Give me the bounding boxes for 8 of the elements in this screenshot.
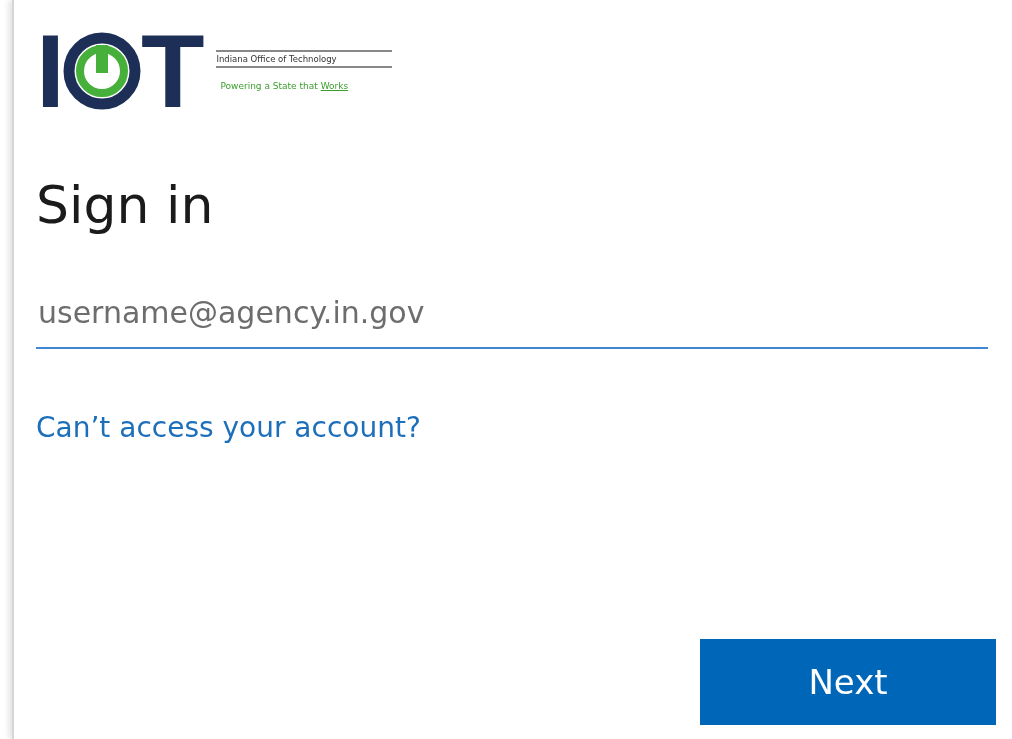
page-heading: Sign in xyxy=(36,174,215,237)
logo-letter: I xyxy=(36,19,63,123)
next-button[interactable]: Next xyxy=(700,639,996,725)
logo-ring-icon xyxy=(62,31,141,111)
organization-name: Indiana Office of Technology xyxy=(216,54,338,65)
logo-letter: T xyxy=(140,19,203,123)
help-link[interactable]: Can’t access your account? xyxy=(36,407,421,450)
tagline: Powering a State that Works xyxy=(219,80,350,94)
